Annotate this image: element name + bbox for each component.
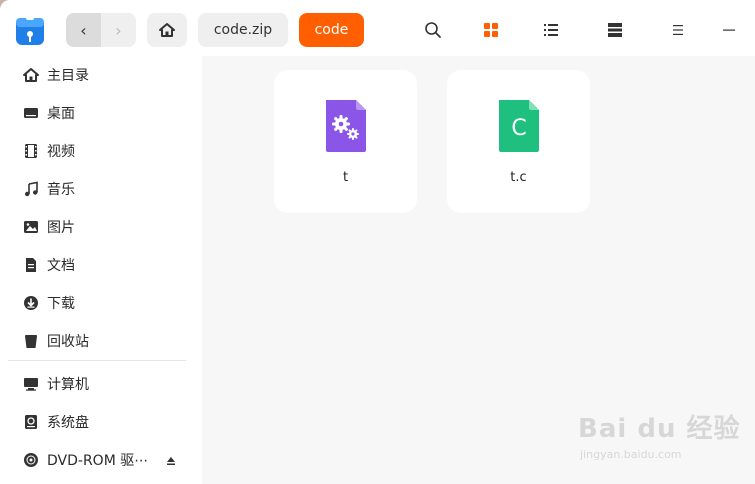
icon-view-button[interactable]: [479, 18, 503, 42]
sidebar-item-label: DVD-ROM 驱⋯: [47, 453, 149, 469]
breadcrumb-code-zip[interactable]: code.zip: [198, 13, 288, 47]
sidebar-item-label: 系统盘: [47, 415, 89, 431]
sidebar-item-label: 计算机: [47, 377, 89, 393]
download-icon: [22, 295, 39, 312]
file-name: t: [342, 170, 349, 185]
trash-icon: [22, 333, 39, 350]
c-source-icon: C: [495, 98, 541, 154]
baidu-watermark: Bai du 经验 jingyan.baidu.com: [578, 402, 753, 474]
sidebar-item-computer[interactable]: 计算机: [0, 365, 202, 403]
picture-icon: [22, 219, 39, 236]
home-breadcrumb-button[interactable]: [147, 13, 187, 47]
sidebar-item-trash[interactable]: 回收站: [0, 322, 202, 360]
sidebar-item-label: 音乐: [47, 182, 75, 198]
sidebar-item-downloads[interactable]: 下载: [0, 284, 202, 322]
file-item-t[interactable]: t: [274, 70, 417, 213]
sidebar-item-label: 文档: [47, 258, 75, 274]
chevron-right-icon: ›: [115, 20, 122, 40]
hamburger-menu-icon: [673, 25, 683, 35]
minimize-icon: [723, 29, 735, 31]
titlebar: ‹ › code.zip code: [0, 0, 755, 56]
disc-icon: [22, 452, 39, 469]
watermark-url: jingyan.baidu.com: [580, 448, 682, 461]
minimize-button[interactable]: [717, 18, 741, 42]
sidebar-item-desktop[interactable]: 桌面: [0, 94, 202, 132]
computer-icon: [22, 376, 39, 393]
breadcrumb-code[interactable]: code: [299, 13, 364, 47]
c-letter: C: [511, 116, 526, 141]
sidebar-divider: [8, 360, 186, 361]
sidebar-item-label: 视频: [47, 144, 75, 160]
music-icon: [22, 181, 39, 198]
chevron-left-icon: ‹: [80, 20, 87, 40]
main-menu-button[interactable]: [666, 18, 690, 42]
history-nav: ‹ ›: [66, 13, 136, 47]
sidebar: 主目录 桌面 视频 音乐 图片 文档 下载 回收站 计算机 系统盘 DVD-RO…: [0, 56, 202, 484]
document-icon: [22, 257, 39, 274]
sidebar-item-video[interactable]: 视频: [0, 132, 202, 170]
executable-gear-icon: [322, 98, 368, 154]
file-manager-window: ‹ › code.zip code 主目录 桌面 视频 音乐 图片 文档 下载 …: [0, 0, 755, 484]
file-item-t-c[interactable]: C t.c: [447, 70, 590, 213]
sidebar-item-label: 回收站: [47, 334, 89, 350]
search-icon: [425, 22, 441, 38]
search-button[interactable]: [421, 18, 445, 42]
desktop-icon: [22, 105, 39, 122]
sidebar-item-dvd-rom[interactable]: DVD-ROM 驱⋯: [0, 441, 202, 479]
detail-view-button[interactable]: [603, 18, 627, 42]
detail-view-icon: [608, 23, 622, 37]
video-icon: [22, 143, 39, 160]
sidebar-item-pictures[interactable]: 图片: [0, 208, 202, 246]
eject-icon: [167, 457, 175, 465]
file-manager-app-icon[interactable]: [15, 14, 45, 46]
home-icon: [159, 23, 175, 37]
sidebar-item-home[interactable]: 主目录: [0, 56, 202, 94]
sidebar-item-label: 图片: [47, 220, 75, 236]
grid-view-icon: [484, 23, 498, 37]
file-name: t.c: [510, 170, 527, 185]
watermark-brand: Bai du 经验: [578, 414, 741, 444]
sidebar-item-system-disk[interactable]: 系统盘: [0, 403, 202, 441]
sidebar-item-label: 主目录: [47, 68, 89, 84]
forward-button[interactable]: ›: [101, 13, 136, 47]
sidebar-item-documents[interactable]: 文档: [0, 246, 202, 284]
list-view-icon: [544, 24, 558, 36]
drive-icon: [22, 414, 39, 431]
sidebar-item-label: 下载: [47, 296, 75, 312]
sidebar-item-music[interactable]: 音乐: [0, 170, 202, 208]
eject-button[interactable]: [166, 454, 176, 470]
sidebar-item-label: 桌面: [47, 106, 75, 122]
list-view-button[interactable]: [539, 18, 563, 42]
home-icon: [22, 67, 39, 84]
back-button[interactable]: ‹: [66, 13, 101, 47]
